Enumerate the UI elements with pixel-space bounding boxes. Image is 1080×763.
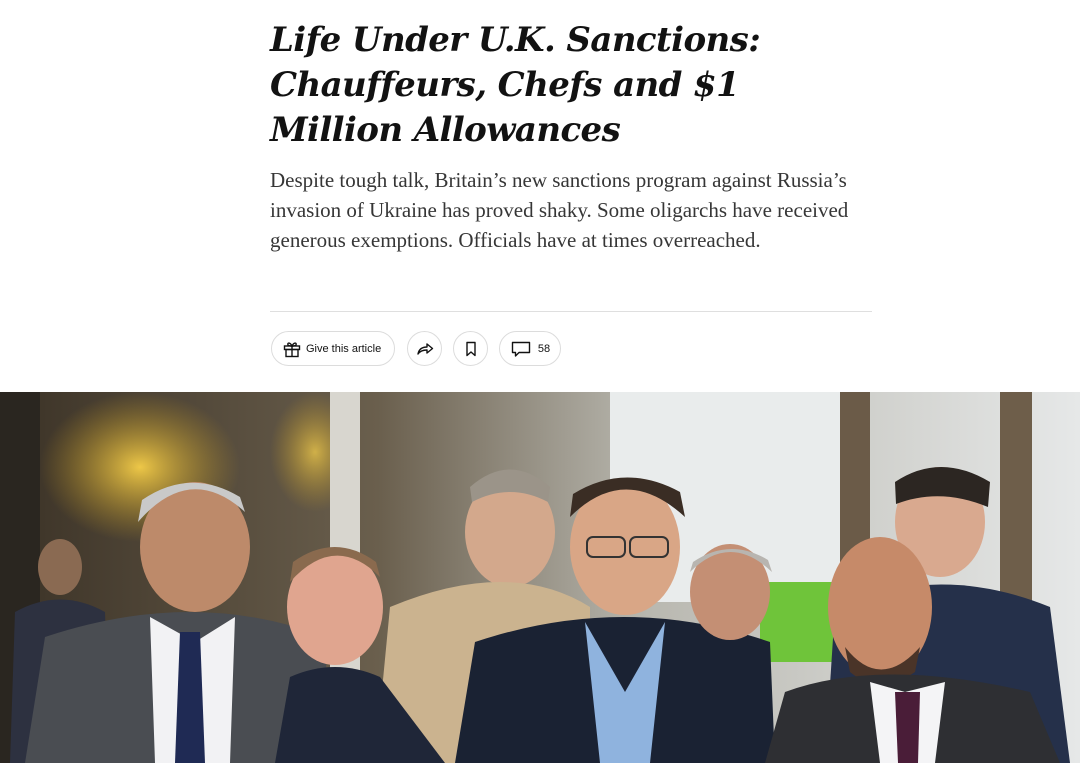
give-article-button[interactable]: Give this article (271, 331, 395, 366)
lead-photo (0, 392, 1080, 763)
lead-photo-image (0, 392, 1080, 763)
comments-count: 58 (537, 342, 551, 355)
gift-icon (282, 339, 302, 359)
header-divider (270, 311, 872, 312)
comments-button[interactable]: 58 (499, 331, 561, 366)
article-header: Life Under U.K. Sanctions: Chauffeurs, C… (270, 0, 872, 255)
save-button[interactable] (453, 331, 488, 366)
comment-bubble-icon (510, 339, 532, 359)
article-headline: Life Under U.K. Sanctions: Chauffeurs, C… (270, 20, 761, 150)
article-summary: Despite tough talk, Britain’s new sancti… (270, 168, 849, 252)
share-button[interactable] (407, 331, 442, 366)
bookmark-icon (461, 339, 481, 359)
share-arrow-icon (415, 339, 435, 359)
give-article-label: Give this article (306, 342, 382, 355)
